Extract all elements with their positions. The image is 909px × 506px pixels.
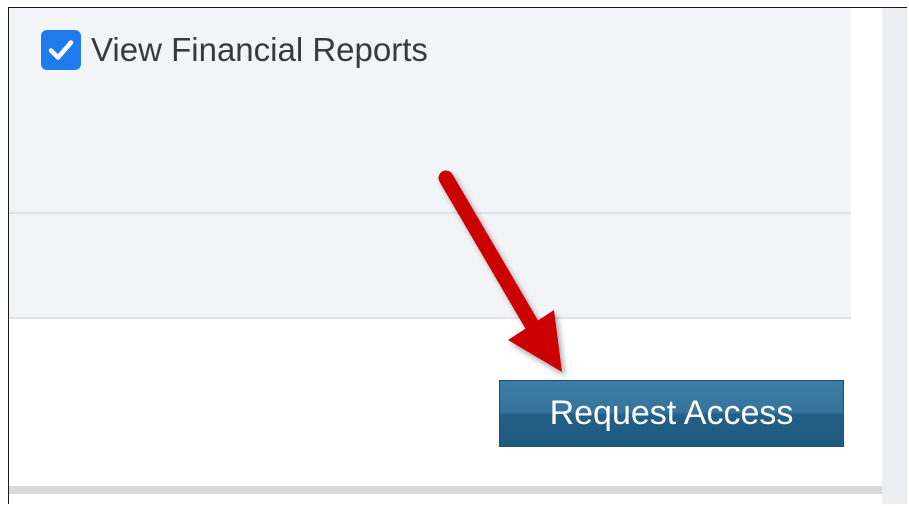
section-divider: [9, 317, 851, 319]
request-access-button[interactable]: Request Access: [499, 380, 844, 447]
view-financial-reports-option[interactable]: View Financial Reports: [41, 30, 428, 70]
view-financial-reports-label: View Financial Reports: [91, 31, 428, 68]
scroll-gutter: [882, 8, 907, 504]
checkmark-icon: [48, 40, 74, 60]
dialog-frame: View Financial Reports Request Access: [8, 7, 907, 504]
permissions-panel: View Financial Reports: [9, 8, 851, 212]
view-financial-reports-checkbox[interactable]: [41, 30, 81, 70]
empty-section: [9, 214, 851, 317]
footer-shadow: [9, 486, 882, 494]
